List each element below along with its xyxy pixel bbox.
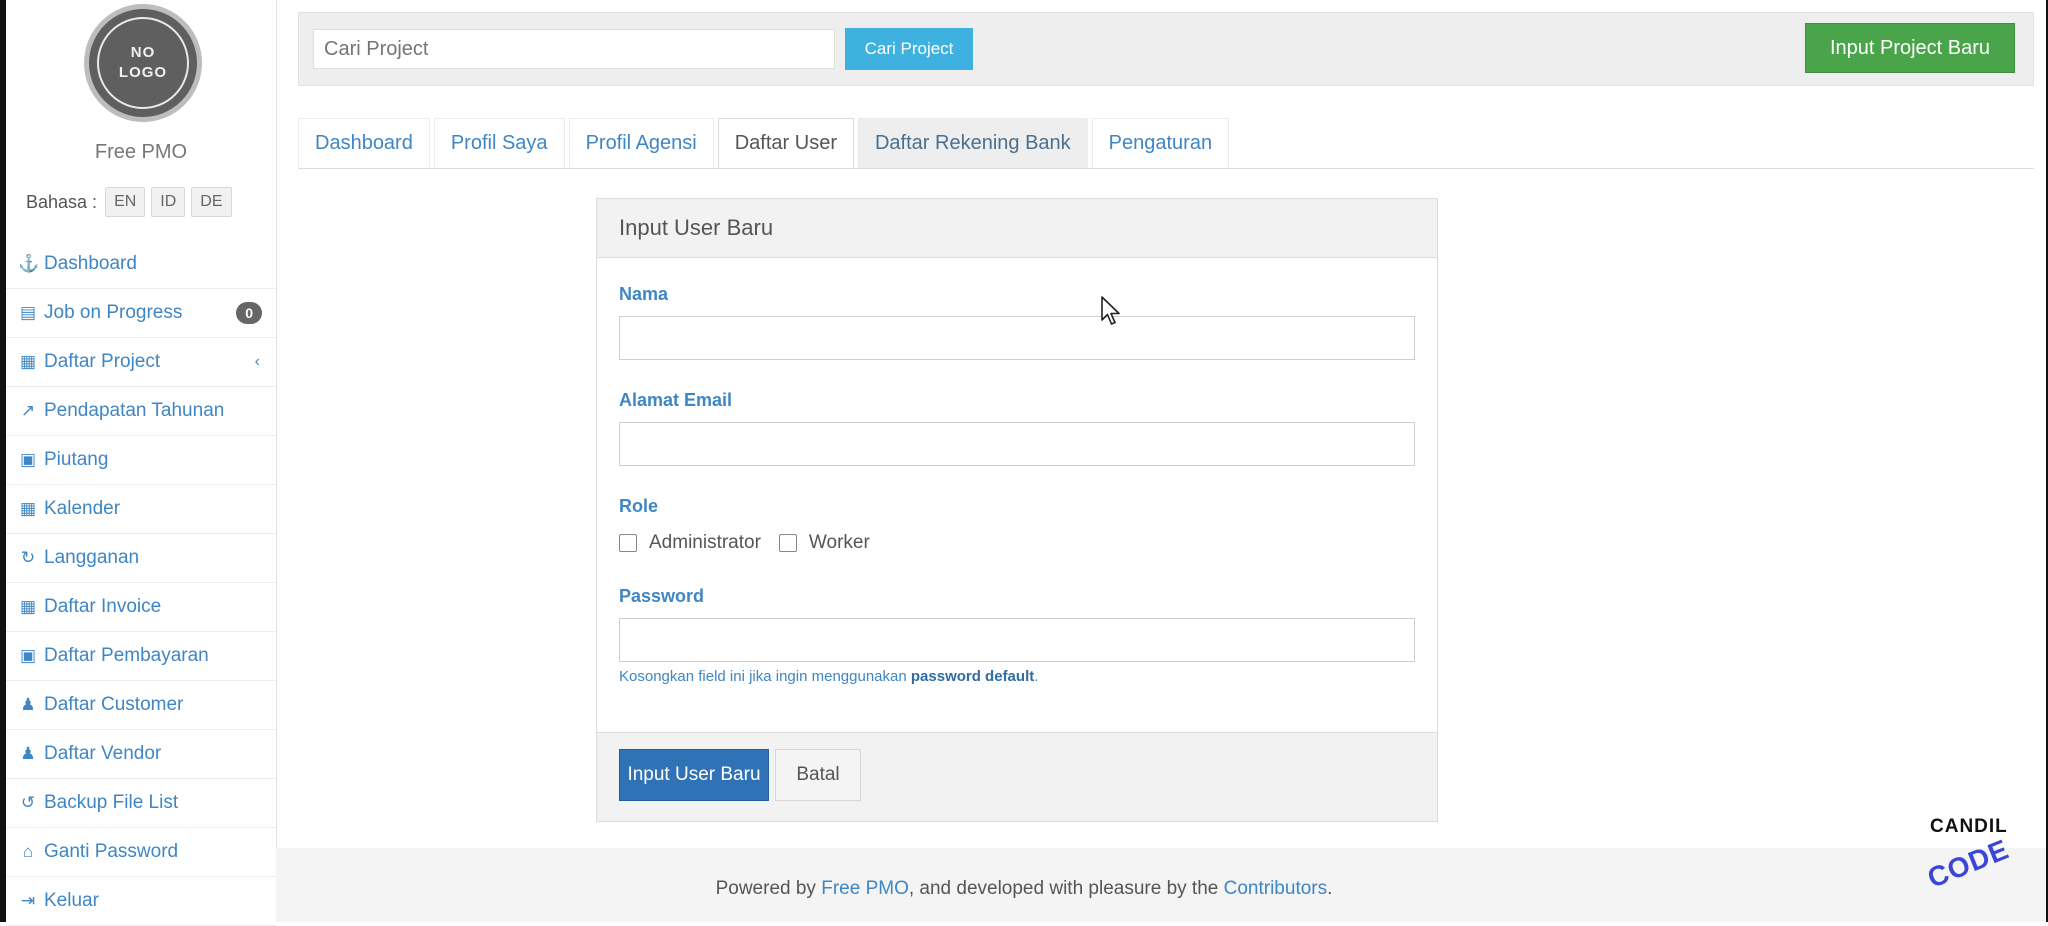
password-label: Password: [619, 586, 705, 606]
sidebar-item-label: Pendapatan Tahunan: [44, 400, 225, 421]
sidebar-item-daftar-project[interactable]: ▦ Daftar Project ‹: [6, 338, 276, 387]
money-icon: ▣: [19, 450, 37, 469]
sidebar-item-label: Daftar Pembayaran: [44, 645, 209, 666]
calendar-icon: ▦: [19, 499, 37, 518]
logo-text-line2: LOGO: [118, 64, 168, 81]
panel-footer: Input User Baru Batal: [597, 732, 1437, 821]
tab-pengaturan[interactable]: Pengaturan: [1091, 118, 1230, 168]
footer-text-1: Powered by: [715, 878, 822, 899]
settings-tabs: Dashboard Profil Saya Profil Agensi Daftar …: [298, 118, 2034, 169]
sidebar-item-label: Job on Progress: [44, 302, 183, 323]
footer: Powered by Free PMO, and developed with …: [0, 878, 2048, 900]
sidebar-nav: ⚓ Dashboard ▤ Job on Progress 0 ▦ Daftar Proje…: [6, 240, 276, 926]
refresh-icon: ↺: [20, 793, 36, 812]
sidebar-item-label: Daftar Project: [44, 351, 161, 372]
sidebar-item-label: Piutang: [44, 449, 109, 470]
role-worker-option[interactable]: Worker: [778, 532, 870, 554]
input-user-panel: Input User Baru Nama Alamat Email Role A…: [596, 198, 1438, 822]
line-chart-icon: ↗: [20, 401, 36, 420]
search-project-input[interactable]: [313, 29, 835, 69]
password-input[interactable]: [619, 618, 1415, 662]
sidebar-item-daftar-invoice[interactable]: ▦ Daftar Invoice: [6, 583, 276, 632]
input-user-baru-button[interactable]: Input User Baru: [619, 749, 769, 801]
sidebar-item-label: Langganan: [44, 547, 140, 568]
sidebar-item-label: Daftar Invoice: [44, 596, 162, 617]
sidebar-item-daftar-pembayaran[interactable]: ▣ Daftar Pembayaran: [6, 632, 276, 681]
tab-profil-saya[interactable]: Profil Saya: [433, 118, 565, 168]
contributors-link[interactable]: Contributors: [1224, 878, 1328, 899]
language-label: Bahasa :: [26, 191, 98, 212]
list-icon: ▤: [19, 303, 37, 322]
footer-text-2: , and developed with pleasure by the: [908, 878, 1224, 899]
watermark-bottom: CODE: [1923, 833, 2014, 894]
role-administrator-option[interactable]: Administrator: [619, 532, 761, 554]
email-input[interactable]: [619, 422, 1415, 466]
money-icon: ▣: [19, 646, 37, 665]
administrator-label: Administrator: [649, 532, 761, 553]
users-icon: ♟: [20, 695, 36, 714]
input-project-baru-button[interactable]: Input Project Baru: [1805, 23, 2015, 73]
sidebar-item-langganan[interactable]: ↻ Langganan: [6, 534, 276, 583]
no-logo-image: NO LOGO: [84, 4, 202, 122]
language-id-button[interactable]: ID: [151, 187, 186, 217]
tab-profil-agensi[interactable]: Profil Agensi: [568, 118, 714, 168]
role-checkboxes: Administrator Worker: [619, 532, 888, 554]
sidebar-item-piutang[interactable]: ▣ Piutang: [6, 436, 276, 485]
nama-input[interactable]: [619, 316, 1415, 360]
email-label: Alamat Email: [619, 390, 733, 410]
nama-label: Nama: [619, 284, 669, 304]
tab-daftar-rekening-bank[interactable]: Daftar Rekening Bank: [857, 118, 1088, 168]
password-help-text: Kosongkan field ini jika ingin menggunak…: [619, 668, 1038, 685]
logo-text-line1: NO: [130, 44, 156, 61]
tab-daftar-user[interactable]: Daftar User: [717, 118, 854, 168]
worker-checkbox[interactable]: [778, 534, 797, 552]
administrator-checkbox[interactable]: [619, 534, 637, 552]
sidebar-item-dashboard[interactable]: ⚓ Dashboard: [6, 240, 276, 289]
brand-name: Free PMO: [94, 141, 188, 163]
dashboard-icon: ⚓: [18, 254, 40, 273]
worker-label: Worker: [808, 532, 870, 553]
panel-title: Input User Baru: [597, 199, 1437, 258]
candil-code-watermark: CANDIL CODE: [1922, 812, 2032, 902]
job-count-badge: 0: [236, 302, 262, 324]
tab-dashboard[interactable]: Dashboard: [298, 118, 430, 168]
batal-button[interactable]: Batal: [775, 749, 861, 801]
sidebar-item-kalender[interactable]: ▦ Kalender: [6, 485, 276, 534]
sidebar-item-label: Kalender: [44, 498, 121, 519]
sidebar-item-label: Dashboard: [44, 253, 137, 274]
sidebar-item-label: Ganti Password: [44, 841, 179, 862]
table-icon: ▦: [19, 597, 37, 616]
sidebar-item-ganti-password[interactable]: ⌂ Ganti Password: [6, 828, 276, 877]
role-label: Role: [619, 496, 659, 516]
language-de-button[interactable]: DE: [191, 187, 232, 217]
retweet-icon: ↻: [20, 548, 36, 567]
sidebar-item-daftar-customer[interactable]: ♟ Daftar Customer: [6, 681, 276, 730]
chevron-left-icon: ‹: [254, 353, 260, 370]
help-bold: password default: [910, 668, 1035, 685]
sidebar-item-pendapatan-tahunan[interactable]: ↗ Pendapatan Tahunan: [6, 387, 276, 436]
top-search-bar: Cari Project Input Project Baru: [298, 12, 2034, 86]
users-icon: ♟: [20, 744, 36, 763]
help-prefix: Kosongkan field ini jika ingin menggunak…: [619, 668, 911, 685]
panel-body: Nama Alamat Email Role Administrator Wor…: [597, 258, 1437, 734]
sidebar-item-label: Backup File List: [44, 792, 179, 813]
logo-inner: NO LOGO: [97, 17, 189, 109]
footer-text-3: .: [1327, 878, 1333, 899]
language-switcher: Bahasa : EN ID DE: [26, 187, 238, 217]
sidebar-item-job-on-progress[interactable]: ▤ Job on Progress 0: [6, 289, 276, 338]
sidebar: NO LOGO Free PMO Bahasa : EN ID DE ⚓ Dash…: [6, 0, 277, 926]
search-project-button[interactable]: Cari Project: [845, 28, 973, 70]
sidebar-item-label: Daftar Customer: [44, 694, 184, 715]
language-en-button[interactable]: EN: [105, 187, 146, 217]
sidebar-item-backup-file-list[interactable]: ↺ Backup File List: [6, 779, 276, 828]
free-pmo-link[interactable]: Free PMO: [821, 878, 909, 899]
help-suffix: .: [1034, 668, 1039, 685]
sidebar-item-daftar-vendor[interactable]: ♟ Daftar Vendor: [6, 730, 276, 779]
lock-icon: ⌂: [22, 842, 34, 861]
sidebar-item-label: Daftar Vendor: [44, 743, 162, 764]
mouse-cursor-icon: [1101, 296, 1120, 325]
table-icon: ▦: [19, 352, 37, 371]
